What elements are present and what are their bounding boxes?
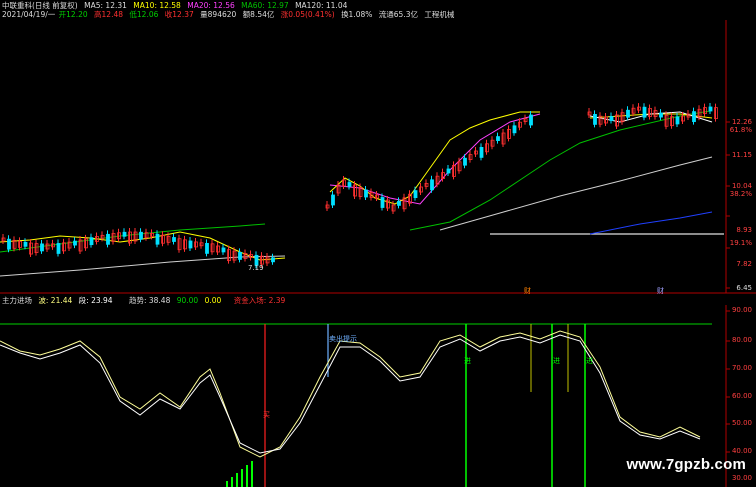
enter-tag-3: 进	[586, 357, 593, 365]
candle-c-body-19	[692, 111, 696, 123]
price-label-7: 7.82	[736, 260, 752, 268]
ind-label-6: 30.00	[731, 474, 752, 482]
candle-a-body-1	[7, 238, 11, 250]
candle-a-body-25	[139, 231, 143, 240]
volume-bar-0	[226, 481, 228, 487]
candle-b-body-1	[331, 194, 335, 206]
candle-a-body-28	[155, 233, 160, 245]
candle-a-body-34	[188, 240, 193, 249]
price-label-6: 19.1%	[729, 239, 752, 247]
candle-b-body-16	[413, 190, 418, 199]
low-price-label: 7.19	[248, 264, 264, 272]
price-label-2: 11.15	[731, 151, 752, 159]
chart-window: 中联重科(日线 前复权) MA5: 12.31 MA10: 12.58 MA20…	[0, 0, 756, 487]
ind-label-4: 50.00	[731, 419, 752, 427]
candle-a-body-43	[238, 252, 242, 260]
price-label-1: 61.8%	[729, 126, 752, 134]
volume-bar-1	[231, 477, 233, 487]
price-panel[interactable]	[0, 0, 756, 295]
enter-tag-2: 进	[553, 357, 560, 365]
candle-c-body-10	[642, 106, 647, 118]
candle-b-body-34	[512, 125, 517, 134]
volume-bar-5	[251, 461, 253, 487]
ind-label-3: 60.00	[731, 392, 752, 400]
ma60-line-b	[409, 110, 711, 231]
indicator-series-group	[0, 323, 712, 487]
candle-a-body-16	[89, 237, 94, 246]
candle-c-body-4	[609, 116, 614, 121]
candle-c-body-16	[675, 116, 680, 125]
candle-a-body-22	[122, 231, 127, 237]
candle-c-body-1	[593, 113, 597, 125]
candle-b-body-13	[397, 200, 401, 206]
candle-c-body-13	[659, 112, 663, 118]
candle-b-body-7	[364, 189, 368, 198]
candle-b-body-31	[496, 136, 500, 142]
price-series-group	[0, 103, 724, 277]
candle-c-body-7	[626, 109, 630, 118]
candle-a-body-4	[23, 241, 28, 247]
watermark: www.7gpzb.com	[626, 456, 746, 473]
price-label-8: 6.45	[736, 284, 752, 292]
volume-bar-3	[241, 469, 243, 487]
ind-label-2: 70.00	[731, 364, 752, 372]
buy-tag: 买	[263, 411, 270, 419]
candle-a-body-7	[40, 243, 44, 252]
candle-b-body-25	[463, 157, 467, 166]
price-label-5: 8.93	[736, 226, 752, 234]
candle-a-body-49	[271, 257, 275, 263]
event-marker-a[interactable]: 财	[524, 286, 531, 296]
ind-label-1: 80.00	[731, 336, 752, 344]
candle-b-body-10	[380, 197, 385, 208]
oscillator-slow	[0, 334, 701, 454]
price-label-3: 10.04	[731, 182, 752, 190]
candle-a-body-37	[205, 242, 209, 254]
price-label-4: 38.2%	[729, 190, 752, 198]
ind-label-0: 90.00	[731, 306, 752, 314]
enter-tag-1: 进	[464, 357, 471, 365]
oscillator-fast	[0, 330, 701, 458]
candle-b-body-28	[479, 146, 484, 158]
candle-a-body-19	[106, 233, 110, 245]
candle-b-body-19	[430, 179, 434, 191]
ind-label-5: 40.00	[731, 447, 752, 455]
event-marker-b[interactable]: 财	[657, 286, 664, 296]
candle-a-body-31	[172, 237, 176, 242]
candle-b-body-22	[446, 168, 451, 174]
candle-b-body-37	[529, 114, 533, 126]
candle-a-body-10	[56, 243, 61, 254]
volume-bar-4	[246, 465, 248, 487]
candle-c-body-22	[708, 106, 713, 112]
sell-hint-tag: 卖出提示	[329, 335, 357, 343]
price-label-0: 12.26	[731, 118, 752, 126]
candle-b-body-4	[347, 182, 352, 187]
ma120-line-a	[0, 255, 286, 277]
candle-a-body-13	[73, 240, 77, 246]
candle-a-body-40	[221, 247, 226, 253]
blue-line	[589, 211, 713, 235]
volume-bar-2	[236, 473, 238, 487]
